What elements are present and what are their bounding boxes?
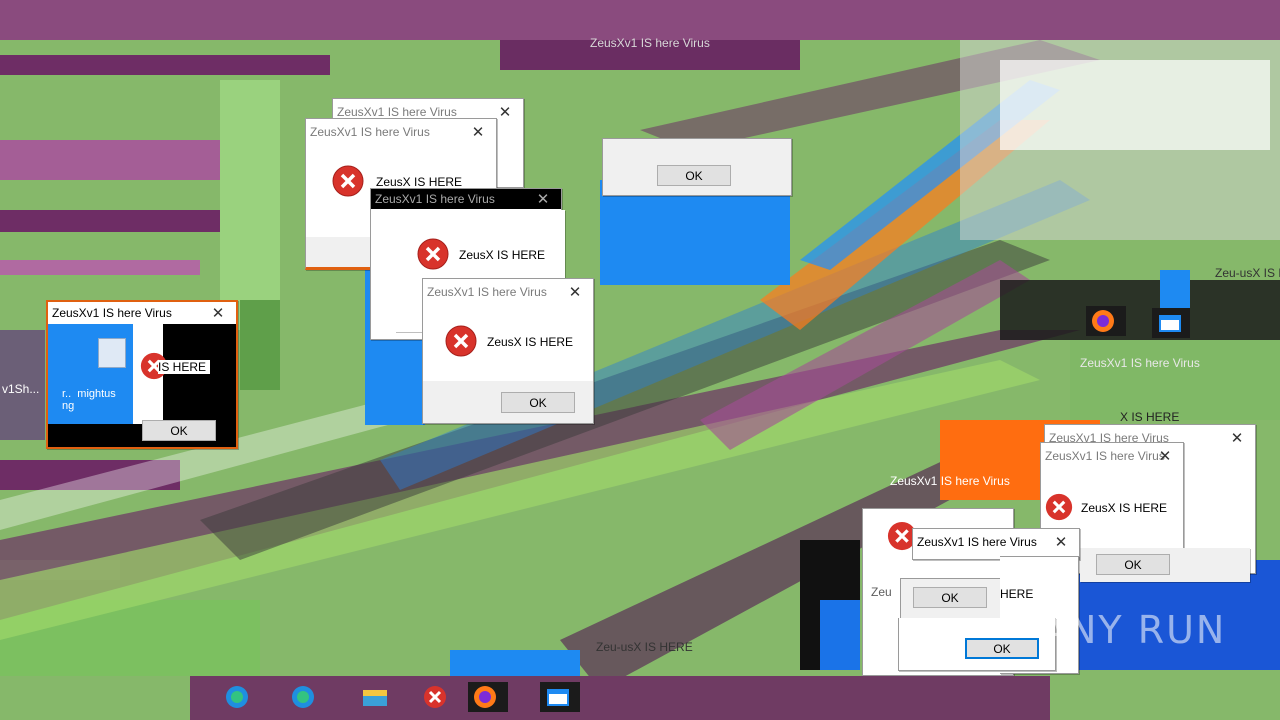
edge-icon[interactable] (286, 682, 320, 712)
virus-dialog-left[interactable]: ZeusXv1 IS here Virus ✕ r.. mightus ng I… (46, 300, 238, 449)
close-icon[interactable]: ✕ (1229, 429, 1245, 447)
close-icon[interactable]: ✕ (1053, 533, 1069, 551)
glitch-text: ZeusXv1 IS here Virus (590, 36, 710, 50)
ok-dialog-top[interactable]: OK (602, 138, 792, 196)
ok-button[interactable]: OK (657, 165, 731, 186)
dialog-title: ZeusXv1 IS here Virus (375, 192, 495, 206)
close-icon[interactable]: ✕ (497, 103, 513, 121)
close-icon[interactable]: ✕ (470, 123, 486, 141)
file-label: r.. mightus ng (62, 388, 116, 412)
edge-icon[interactable] (220, 682, 254, 712)
ok-dialog-bottom-small[interactable]: OK (900, 578, 1002, 620)
close-icon[interactable]: ✕ (535, 190, 551, 208)
dialog-title: ZeusXv1 IS here Virus (917, 535, 1037, 549)
ok-button[interactable]: OK (1096, 554, 1170, 575)
glitch-text: v1Sh... (2, 382, 40, 396)
file-explorer-icon[interactable] (358, 682, 392, 712)
ok-dialog-right[interactable]: OK (1080, 548, 1250, 582)
error-icon (445, 325, 477, 357)
firefox-icon[interactable] (1086, 306, 1126, 336)
anyrun-watermark: ANY RUN (1040, 608, 1227, 652)
firefox-icon[interactable] (468, 682, 508, 712)
ok-button[interactable]: OK (913, 587, 987, 608)
ok-button[interactable]: OK (501, 392, 575, 413)
file-icon (98, 338, 126, 368)
dialog-title: ZeusXv1 IS here Virus (427, 285, 547, 299)
ok-button[interactable]: OK (142, 420, 216, 441)
close-icon[interactable]: ✕ (210, 304, 226, 322)
window-icon[interactable] (540, 682, 580, 712)
error-icon[interactable] (418, 682, 452, 712)
virus-dialog-front[interactable]: ZeusXv1 IS here Virus ✕ ZeusX IS HERE OK (422, 278, 594, 424)
error-icon (332, 165, 364, 197)
dialog-message-fragment: HERE (1000, 587, 1034, 601)
glitch-text: Zeu-usX IS HERE (596, 640, 693, 654)
glitch-text: Zeu-usX IS HERE (1215, 266, 1280, 280)
glitch-text: ZeusXv1 IS here Virus (890, 474, 1010, 488)
dialog-title: ZeusXv1 IS here Virus (52, 306, 172, 320)
close-icon[interactable]: ✕ (1157, 447, 1173, 465)
dialog-title-fragment: Zeu (871, 585, 892, 599)
dialog-message: ZeusX IS HERE (1081, 501, 1168, 515)
glitch-text: X IS HERE (1120, 410, 1180, 424)
dialog-title: ZeusXv1 IS here Virus (1045, 449, 1165, 463)
dialog-title: ZeusXv1 IS here Virus (310, 125, 430, 139)
dialog-message: ZeusX IS HERE (459, 248, 546, 262)
dialog-message: ZeusX IS HERE (487, 335, 574, 349)
error-icon (1045, 493, 1073, 521)
ok-dialog-bottom[interactable]: OK (898, 618, 1056, 671)
dialog-title: ZeusXv1 IS here Virus (337, 105, 457, 119)
glitch-text: ZeusXv1 IS here Virus (1080, 356, 1200, 370)
close-icon[interactable]: ✕ (567, 283, 583, 301)
ok-button[interactable]: OK (965, 638, 1039, 659)
dialog-message: ZeusX IS HERE (376, 175, 463, 189)
error-icon (417, 238, 449, 270)
dialog-message: IS HERE (158, 360, 211, 374)
window-icon[interactable] (1152, 308, 1190, 338)
